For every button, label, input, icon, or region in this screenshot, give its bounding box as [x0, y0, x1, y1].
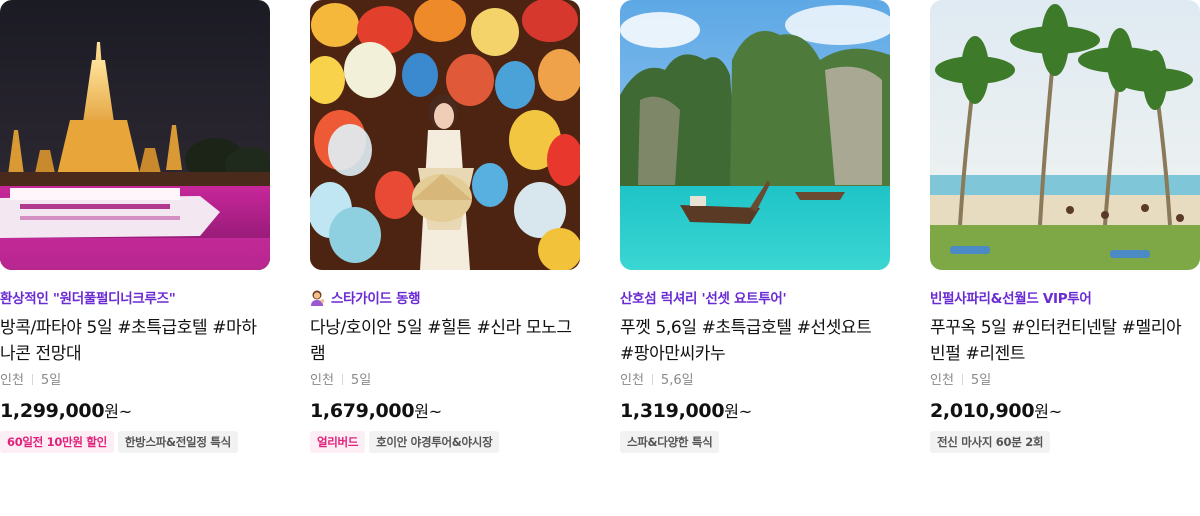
product-card-row: 환상적인 "원더풀펄디너크루즈" 방콕/파타야 5일 #초특급호텔 #마하나콘 … — [0, 0, 1200, 516]
meta-divider — [651, 374, 653, 385]
product-card-bangkok[interactable]: 환상적인 "원더풀펄디너크루즈" 방콕/파타야 5일 #초특급호텔 #마하나콘 … — [0, 0, 270, 453]
feature-tag: 한방스파&전일정 특식 — [117, 431, 238, 453]
product-subtitle: 환상적인 "원더풀펄디너크루즈" — [0, 291, 176, 307]
price-unit: 원~ — [104, 402, 132, 421]
product-card-danang[interactable]: 스타가이드 동행 다낭/호이안 5일 #힐튼 #신라 모노그램 인천 5일 1,6… — [310, 0, 580, 453]
meta-divider — [341, 374, 343, 385]
hoian-lanterns-image — [310, 0, 580, 270]
product-meta: 인천 5일 — [0, 372, 270, 390]
bangkok-night-temple-cruise-image — [0, 0, 270, 270]
price-amount: 1,319,000 — [620, 400, 725, 422]
woman-tipping-hand-icon — [311, 290, 324, 306]
trip-duration: 5일 — [40, 373, 62, 388]
feature-tag: 전신 마사지 60분 2회 — [930, 431, 1051, 453]
price-unit: 원~ — [724, 402, 752, 421]
product-price: 1,299,000원~ — [0, 398, 270, 425]
product-price: 1,319,000원~ — [620, 398, 890, 425]
product-title[interactable]: 푸껫 5,6일 #초특급호텔 #선셋요트 #팡아만씨카누 — [620, 315, 890, 367]
price-amount: 1,299,000 — [0, 400, 105, 422]
meta-divider — [31, 374, 33, 385]
product-meta: 인천 5,6일 — [620, 372, 890, 390]
promo-tag: 60일전 10만원 할인 — [0, 431, 114, 453]
departure-city: 인천 — [930, 373, 954, 388]
product-title[interactable]: 다낭/호이안 5일 #힐튼 #신라 모노그램 — [310, 315, 580, 367]
price-amount: 1,679,000 — [310, 400, 415, 422]
product-subtitle: 산호섬 럭셔리 '선셋 요트투어' — [620, 291, 787, 307]
trip-duration: 5일 — [970, 373, 992, 388]
product-subtitle: 빈펄사파리&선월드 VIP투어 — [930, 291, 1092, 307]
product-image-phuket[interactable] — [620, 0, 890, 270]
product-tags: 스파&다양한 특식 — [620, 431, 890, 453]
price-amount: 2,010,900 — [930, 400, 1035, 422]
product-price: 2,010,900원~ — [930, 398, 1200, 425]
meta-divider — [961, 374, 963, 385]
departure-city: 인천 — [620, 373, 644, 388]
feature-tag: 호이안 야경투어&야시장 — [369, 431, 500, 453]
departure-city: 인천 — [310, 373, 334, 388]
phuket-island-boat-image — [620, 0, 890, 270]
feature-tag: 스파&다양한 특식 — [620, 431, 720, 453]
product-meta: 인천 5일 — [930, 372, 1200, 390]
product-tags: 얼리버드 호이안 야경투어&야시장 — [310, 431, 580, 453]
trip-duration: 5일 — [350, 373, 372, 388]
subtitle-text: 스타가이드 동행 — [331, 291, 421, 307]
departure-city: 인천 — [0, 373, 24, 388]
product-image-phuquoc[interactable] — [930, 0, 1200, 270]
product-card-phuquoc[interactable]: 빈펄사파리&선월드 VIP투어 푸꾸옥 5일 #인터컨티넨탈 #멜리아 빈펄 #… — [930, 0, 1200, 453]
product-title[interactable]: 방콕/파타야 5일 #초특급호텔 #마하나콘 전망대 — [0, 315, 270, 367]
product-image-bangkok[interactable] — [0, 0, 270, 270]
product-meta: 인천 5일 — [310, 372, 580, 390]
promo-tag: 얼리버드 — [310, 431, 366, 453]
trip-duration: 5,6일 — [660, 373, 694, 388]
price-unit: 원~ — [414, 402, 442, 421]
product-tags: 전신 마사지 60분 2회 — [930, 431, 1200, 453]
product-tags: 60일전 10만원 할인 한방스파&전일정 특식 — [0, 431, 270, 453]
product-title[interactable]: 푸꾸옥 5일 #인터컨티넨탈 #멜리아 빈펄 #리젠트 — [930, 315, 1200, 367]
phuquoc-palm-beach-image — [930, 0, 1200, 270]
product-subtitle: 스타가이드 동행 — [310, 290, 580, 308]
product-card-phuket[interactable]: 산호섬 럭셔리 '선셋 요트투어' 푸껫 5,6일 #초특급호텔 #선셋요트 #… — [620, 0, 890, 453]
product-price: 1,679,000원~ — [310, 398, 580, 425]
price-unit: 원~ — [1034, 402, 1062, 421]
product-image-danang[interactable] — [310, 0, 580, 270]
